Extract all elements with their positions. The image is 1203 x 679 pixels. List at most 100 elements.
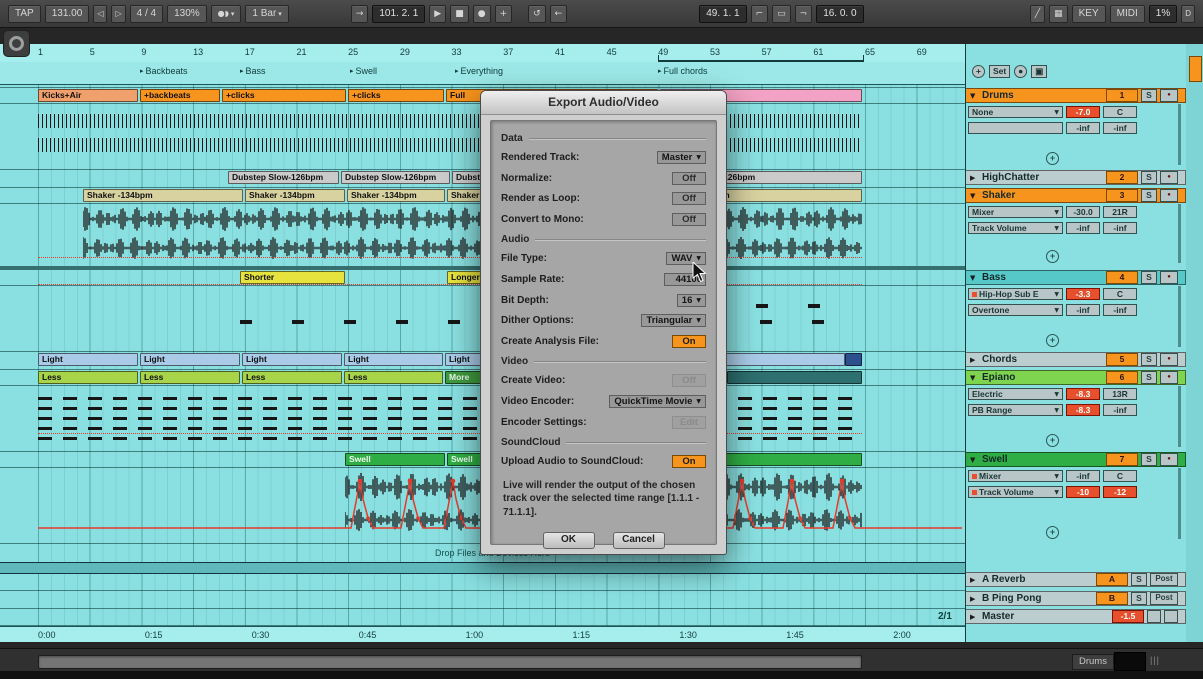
groove-amount-field[interactable]: 130% [167, 5, 207, 23]
add-locator-button[interactable]: + [972, 65, 985, 78]
device-chooser[interactable]: PB Range▼ [968, 404, 1063, 416]
arm-button[interactable]: ● [1160, 89, 1178, 102]
clip[interactable]: +clicks [222, 89, 346, 102]
clip[interactable]: Less [242, 371, 342, 384]
track-number[interactable]: 1 [1106, 89, 1138, 102]
nudge-up-button[interactable]: ▷ [111, 5, 125, 23]
value-box[interactable]: -inf [1103, 222, 1137, 234]
add-lane-button[interactable]: + [1046, 250, 1059, 263]
device-chooser[interactable]: Mixer▼ [968, 206, 1063, 218]
quantization-menu[interactable]: 1 Bar▾ [245, 5, 288, 23]
value-box[interactable]: -inf [1066, 122, 1100, 134]
punch-in-button[interactable]: ⌐ [751, 5, 769, 23]
value-box[interactable]: C [1103, 470, 1137, 482]
value-box[interactable]: -12 [1103, 486, 1137, 498]
nudge-down-button[interactable]: ◁ [93, 5, 107, 23]
track-name-row[interactable]: ▶HighChatter2S● [966, 170, 1186, 185]
add-lane-button[interactable]: + [1046, 526, 1059, 539]
horizontal-scrollbar[interactable] [38, 655, 862, 669]
clip[interactable] [727, 371, 862, 384]
metronome-toggle[interactable]: ●◗▾ [211, 5, 242, 23]
clip[interactable]: +backbeats [140, 89, 220, 102]
clip[interactable]: Light [38, 353, 138, 366]
track-name-row[interactable]: ▶Master-1.5 [966, 609, 1186, 624]
clip[interactable]: Less [38, 371, 138, 384]
solo-button[interactable]: S [1141, 453, 1157, 466]
clip[interactable]: Light [344, 353, 443, 366]
locator-full-chords[interactable]: ▸Full chords [658, 66, 708, 76]
solo-button[interactable]: S [1141, 189, 1157, 202]
expand-track-icon[interactable]: ▶ [970, 613, 979, 621]
solo-button[interactable]: S [1141, 171, 1157, 184]
collapse-track-icon[interactable]: ▼ [970, 374, 979, 382]
track-name-row[interactable]: ▼Swell7S● [966, 452, 1186, 467]
track-name-row[interactable]: ▶Chords5S● [966, 352, 1186, 367]
track-number[interactable]: 7 [1106, 453, 1138, 466]
track-name-row[interactable]: ▼Drums1S● [966, 88, 1186, 103]
expand-track-icon[interactable]: ▶ [970, 174, 979, 182]
value-box[interactable]: C [1103, 106, 1137, 118]
collapse-track-icon[interactable]: ▼ [970, 456, 979, 464]
value-box[interactable]: -inf [1103, 404, 1137, 416]
locator-everything[interactable]: ▸Everything [455, 66, 503, 76]
track-number[interactable]: A [1096, 573, 1128, 586]
value-box[interactable]: 13R [1103, 388, 1137, 400]
clip[interactable]: Less [140, 371, 240, 384]
clip[interactable]: Light [242, 353, 342, 366]
toggle-normalize[interactable]: Off [672, 172, 706, 185]
pre-post-toggle[interactable]: Post [1150, 592, 1178, 605]
collapse-track-icon[interactable]: ▼ [970, 274, 979, 282]
track-number[interactable]: 2 [1106, 171, 1138, 184]
stop-button[interactable]: ■ [450, 5, 469, 23]
locator-backbeats[interactable]: ▸Backbeats [140, 66, 188, 76]
clip[interactable]: Dubstep Slow-126bpm [228, 171, 339, 184]
punch-out-button[interactable]: ¬ [795, 5, 813, 23]
arm-button[interactable]: ● [1160, 371, 1178, 384]
value-box[interactable]: -8.3 [1066, 388, 1100, 400]
pre-post-toggle[interactable]: Post [1150, 573, 1178, 586]
draw-mode-button[interactable]: ╱ [1030, 5, 1045, 23]
arm-button[interactable]: ● [1160, 171, 1178, 184]
solo-button[interactable]: S [1131, 573, 1147, 586]
scrollbar-thumb[interactable] [1189, 56, 1202, 82]
play-button[interactable]: ▶ [429, 5, 446, 23]
solo-button[interactable]: S [1141, 371, 1157, 384]
device-chooser[interactable]: Track Volume▼ [968, 486, 1063, 498]
dropdown-video-encoder[interactable]: QuickTime Movie▼ [609, 395, 706, 408]
tempo-field[interactable]: 131.00 [45, 5, 90, 23]
clip[interactable]: Dubstep Slow-126bpm [341, 171, 450, 184]
time-signature-field[interactable]: 4 / 4 [130, 5, 163, 23]
arm-button[interactable]: ● [1160, 353, 1178, 366]
value-box[interactable]: -8.3 [1066, 404, 1100, 416]
midi-map-button[interactable]: MIDI [1110, 5, 1145, 23]
loop-start-field[interactable]: 49. 1. 1 [699, 5, 746, 23]
device-chooser[interactable]: Mixer▼ [968, 470, 1063, 482]
toggle-convert-to-mono[interactable]: Off [672, 213, 706, 226]
dropdown-bit-depth[interactable]: 16▼ [677, 294, 706, 307]
value-box[interactable]: -30.0 [1066, 206, 1100, 218]
stop-clips-button[interactable] [1164, 610, 1178, 623]
value-box[interactable]: 21R [1103, 206, 1137, 218]
clip[interactable]: Shaker -134bpm [83, 189, 243, 202]
track-number[interactable]: 3 [1106, 189, 1138, 202]
track-number[interactable]: 5 [1106, 353, 1138, 366]
value-box[interactable]: -inf [1066, 470, 1100, 482]
collapse-track-icon[interactable]: ▼ [970, 192, 979, 200]
overdub-button[interactable]: + [495, 5, 513, 23]
tap-tempo-button[interactable]: TAP [8, 5, 41, 23]
expand-track-icon[interactable]: ▶ [970, 595, 979, 603]
clip[interactable] [845, 353, 862, 366]
track-number[interactable]: 4 [1106, 271, 1138, 284]
vertical-scrollbar[interactable] [1185, 44, 1203, 642]
value-box[interactable]: -inf [1066, 304, 1100, 316]
track-name-row[interactable]: ▶B Ping PongBSPost [966, 591, 1186, 606]
value-box[interactable]: -inf [1066, 222, 1100, 234]
arm-button[interactable]: ● [1160, 271, 1178, 284]
value-box[interactable]: -3.3 [1066, 288, 1100, 300]
stop-clips-button[interactable] [1147, 610, 1161, 623]
record-button[interactable]: ● [473, 5, 491, 23]
toggle-create-analysis-file[interactable]: On [672, 335, 706, 348]
locator-strip[interactable]: ▸Backbeats▸Bass▸Swell▸Everything▸Full ch… [0, 62, 965, 85]
track-number[interactable]: B [1096, 592, 1128, 605]
cancel-button[interactable]: Cancel [613, 532, 665, 549]
